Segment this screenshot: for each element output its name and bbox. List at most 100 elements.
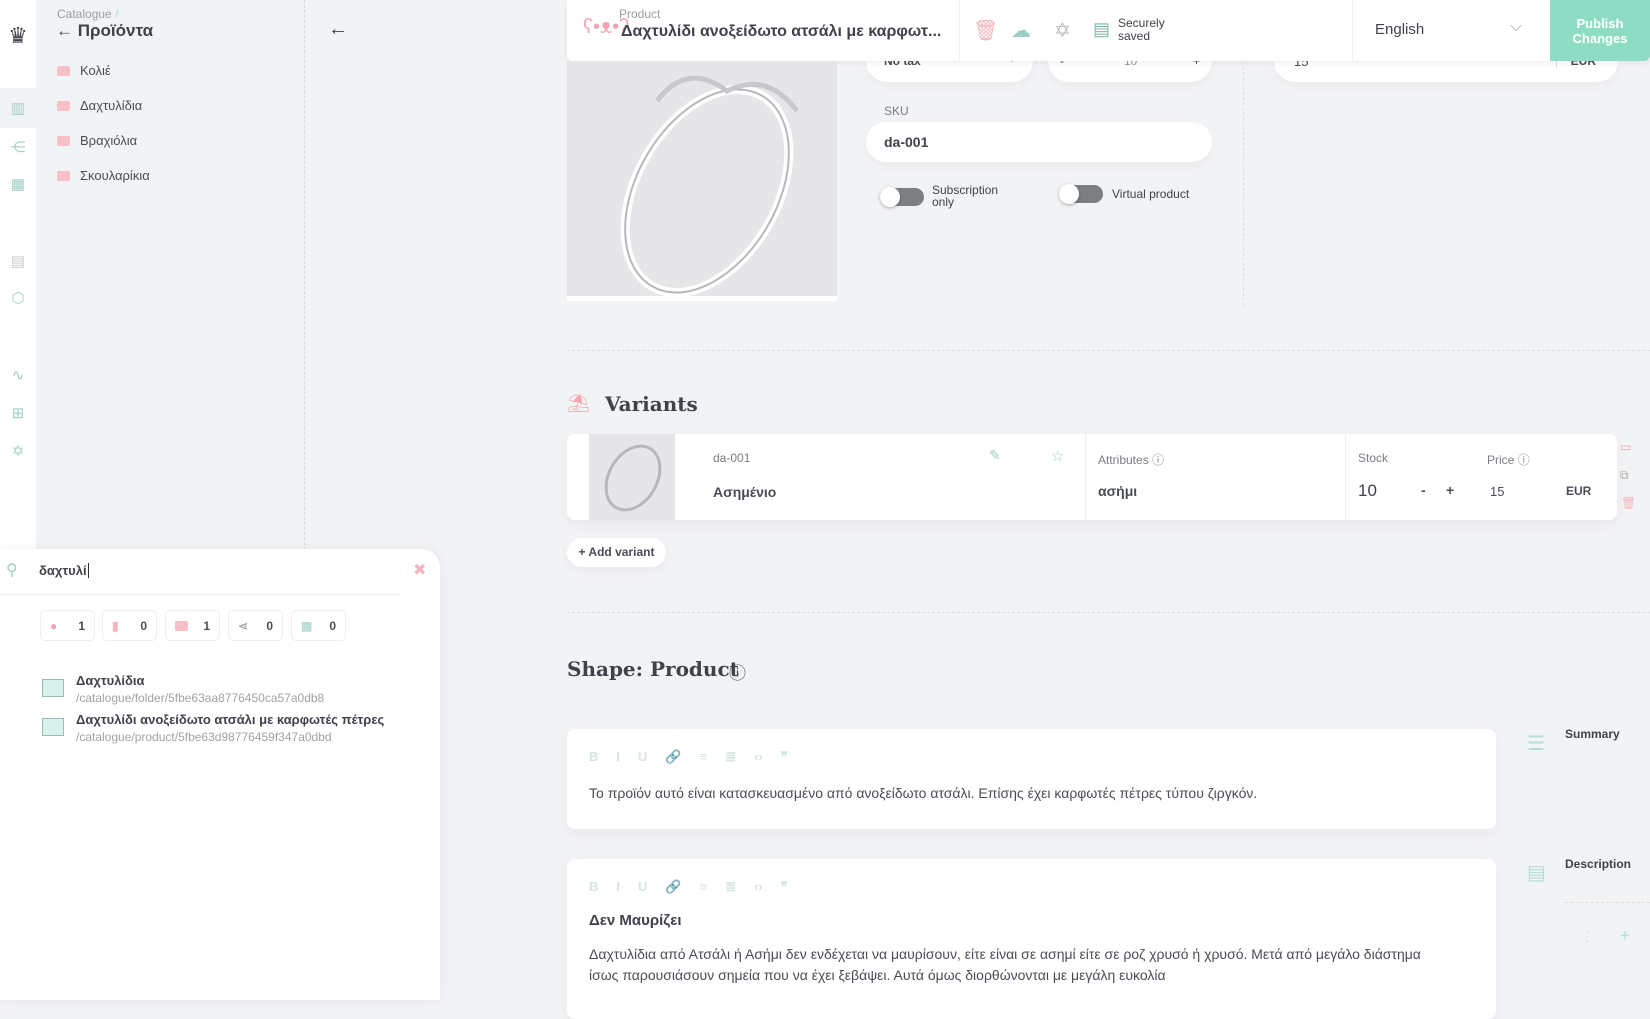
variant-flag-icon[interactable]: ▭ [1620,440,1631,454]
collapse-arrow-icon[interactable]: ← [328,18,348,41]
product-image[interactable] [567,61,837,301]
attribute-value[interactable]: ασήμι [1098,483,1137,499]
numbered-list-icon[interactable]: ≣ [725,749,736,765]
sku-input[interactable]: da-001 [866,122,1212,162]
filter-folders[interactable]: 1 [165,610,220,641]
bullet-list-icon[interactable]: ≡ [700,879,708,895]
language-select[interactable]: English [1375,21,1424,38]
delete-variant-icon[interactable]: 🗑 [1621,496,1636,510]
tree-item[interactable]: Κολιέ [57,63,111,78]
tree-item-label: Δαχτυλίδια [80,98,143,113]
code-icon[interactable]: ‹› [754,749,763,765]
grids-icon[interactable]: ▦ [6,172,30,196]
description-editor[interactable]: B I U 🔗 ≡ ≣ ‹› ❞ Δεν Μαυρίζει Δαχτυλίδια από Ατ… [567,859,1496,1019]
variant-sku: da-001 [713,451,751,465]
bold-icon[interactable]: B [589,749,598,765]
variant-row: da-001 Ασημένιο ✎ ☆ Attributes ⓘ ασήμι S… [567,434,1636,520]
info-icon[interactable]: ⓘ [1518,453,1530,467]
description-heading[interactable]: Δεν Μαυρίζει [589,912,682,929]
divider [1243,62,1244,306]
rich-text-toolbar: B I U 🔗 ≡ ≣ ‹› ❞ [589,879,788,895]
filter-topics[interactable]: ⋖ 0 [228,610,283,641]
paragraph-collection-icon: ▤ [1527,862,1546,884]
quote-icon[interactable]: ❞ [781,749,788,765]
topics-icon[interactable]: ⋲ [6,135,30,159]
webhooks-icon[interactable]: ∿ [6,363,30,387]
underline-icon[interactable]: U [638,879,647,895]
stock-label: Stock [1358,451,1389,465]
shape-heading: Shape: Product [567,657,739,681]
search-result-path: /catalogue/product/5fbe63d98776459f347a0… [76,730,332,744]
subscription-toggle[interactable] [880,187,924,207]
add-paragraph-icon[interactable]: + [1620,926,1630,946]
trash-icon[interactable]: 🗑 [973,18,998,43]
cloud-unpublish-icon[interactable]: ☁ [1011,18,1031,43]
add-variant-button[interactable]: + Add variant [567,538,666,567]
breadcrumb-catalogue[interactable]: Catalogue [57,7,112,21]
folder-icon [57,65,70,76]
italic-icon[interactable]: I [616,879,620,895]
drag-handle-icon[interactable]: ⋮ [1580,928,1594,945]
variant-image[interactable] [589,434,675,520]
default-star-icon[interactable]: ☆ [1051,447,1064,465]
summary-text[interactable]: Το προϊόν αυτό είναι κατασκευασμένο από … [589,785,1257,801]
close-icon[interactable]: ✖ [413,560,426,580]
variant-stock-input[interactable]: 10 [1358,481,1377,501]
rich-text-toolbar: B I U 🔗 ≡ ≣ ‹› ❞ [589,749,788,765]
stock-decrement-button[interactable]: - [1421,482,1426,498]
numbered-list-icon[interactable]: ≣ [725,879,736,895]
tree-item[interactable]: Σκουλαρίκια [57,168,150,183]
paragraph-icon: ☰ [1527,733,1545,755]
back-arrow-icon[interactable]: ← [56,21,73,40]
divider [567,612,1650,613]
tools-icon[interactable]: ⊞ [6,401,30,425]
quote-icon[interactable]: ❞ [781,879,788,895]
duplicate-icon[interactable]: ⧉ [1620,468,1629,483]
underline-icon[interactable]: U [638,749,647,765]
folder-icon [57,170,70,181]
description-text[interactable]: Δαχτυλίδια από Ατσάλι ή Ασήμι δεν ενδέχε… [589,946,1421,962]
description-text[interactable]: ίσως παρουσιάσουν σημεία που να έχει ξεβ… [589,967,1166,983]
tree-item[interactable]: Βραχιόλια [57,133,137,148]
filter-grids[interactable]: ▦ 0 [291,610,346,641]
filter-products[interactable]: ● 1 [40,610,95,641]
variant-currency: EUR [1566,484,1592,498]
search-panel: ⚲ δαχτυλί ✖ ● 1 ▮ 0 1 ⋖ 0 ▦ 0 Δαχτυλίδια /ca… [0,549,440,1000]
settings-icon[interactable]: ✡ [1054,18,1071,43]
summary-editor[interactable]: B I U 🔗 ≡ ≣ ‹› ❞ Το προϊόν αυτό είναι κατασκευα… [567,729,1496,829]
bold-icon[interactable]: B [589,879,598,895]
breadcrumb[interactable]: Catalogue / [57,7,118,21]
variant-price-input[interactable]: 15 [1490,484,1504,499]
help-icon[interactable]: ⓘ [729,659,746,684]
logo-icon[interactable]: ♛ [6,23,30,48]
italic-icon[interactable]: I [616,749,620,765]
folder-title: Προϊόντα [77,21,154,40]
item-title[interactable]: Δαχτυλίδι ανοξείδωτο ατσάλι με καρφωτ... [621,23,941,41]
link-icon[interactable]: 🔗 [665,749,681,765]
info-icon[interactable]: ⓘ [1152,453,1164,467]
stock-increment-button[interactable]: + [1446,482,1454,498]
tree-item[interactable]: Δαχτυλίδια [57,98,142,113]
search-input[interactable]: δαχτυλί [39,563,89,578]
publish-changes-button[interactable]: Publish Changes [1550,0,1650,61]
variant-name[interactable]: Ασημένιο [713,484,776,500]
settings-icon[interactable]: ✡ [6,439,30,463]
search-result-title[interactable]: Δαχτυλίδι ανοξείδωτο ατσάλι με καρφωτές … [76,712,384,727]
bullet-list-icon[interactable]: ≡ [700,749,708,765]
code-icon[interactable]: ‹› [754,879,763,895]
orders-icon[interactable]: ▤ [6,249,30,273]
virtual-product-toggle[interactable] [1059,184,1103,204]
shapes-icon[interactable]: ⬡ [6,286,30,310]
tree-item-label: Βραχιόλια [80,133,138,148]
search-result-title[interactable]: Δαχτυλίδια [76,673,145,688]
saved-doc-icon: ▤ [1093,19,1111,39]
breadcrumb-separator: / [115,7,119,21]
edit-pencil-icon[interactable]: ✎ [989,447,1001,464]
folder-icon [57,135,70,146]
grid-icon: ▦ [301,618,313,633]
chevron-down-icon[interactable]: ⌵ [1510,18,1522,36]
divider [567,350,1650,351]
filter-documents[interactable]: ▮ 0 [102,610,157,641]
catalogue-icon[interactable]: ▥ [0,88,36,128]
link-icon[interactable]: 🔗 [665,879,681,895]
